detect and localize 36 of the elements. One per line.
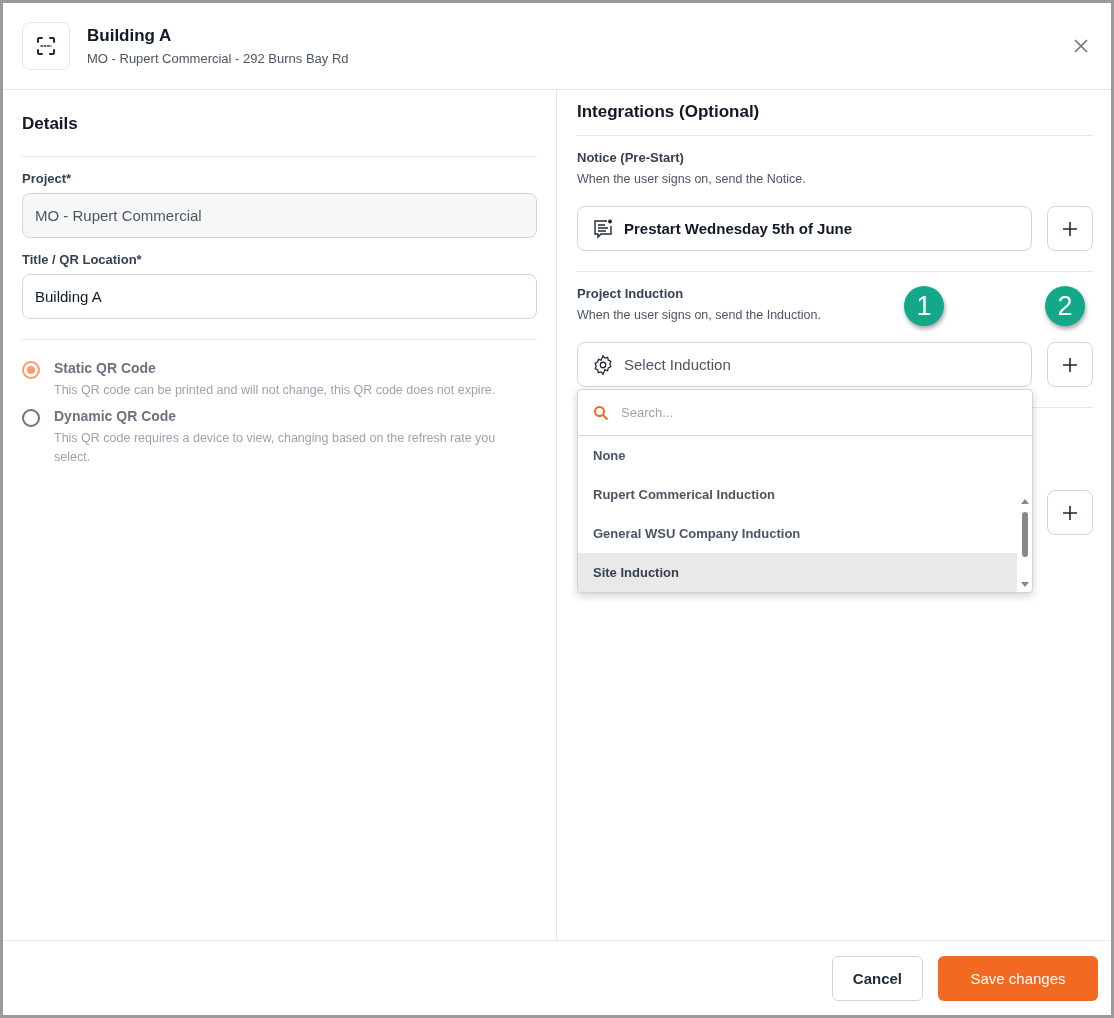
- dialog-title: Building A: [87, 26, 173, 46]
- cancel-button[interactable]: Cancel: [831, 955, 923, 1001]
- dropdown-option[interactable]: Rupert Commerical Induction: [578, 475, 1017, 514]
- radio-button[interactable]: [22, 409, 40, 427]
- add-button[interactable]: [1047, 342, 1093, 387]
- section-heading: Integrations (Optional): [577, 102, 761, 123]
- radio-button[interactable]: [22, 361, 40, 379]
- dropdown-option[interactable]: None: [578, 436, 1017, 475]
- field-label: Project*: [22, 171, 73, 186]
- option-label: Dynamic QR Code: [54, 408, 178, 424]
- gear-icon: [592, 353, 614, 376]
- integration-title: Notice (Pre-Start): [577, 150, 685, 165]
- dropdown-option[interactable]: General WSU Company Induction: [578, 514, 1017, 553]
- step-marker: 2: [1045, 286, 1085, 326]
- scan-frame-icon: [22, 22, 70, 70]
- induction-select[interactable]: Select Induction: [577, 342, 1032, 387]
- add-button[interactable]: [1047, 490, 1093, 535]
- integration-title: Project Induction: [577, 286, 685, 301]
- integration-description: When the user signs on, send the Notice.: [577, 172, 807, 186]
- option-description: This QR code can be printed and will not change, this QR code does not expire.: [54, 382, 497, 399]
- search-icon: [593, 404, 609, 421]
- plus-icon: [1062, 356, 1078, 373]
- text-field[interactable]: Building A: [22, 274, 537, 319]
- plus-icon: [1062, 504, 1078, 521]
- add-button[interactable]: [1047, 206, 1093, 251]
- section-heading: Details: [22, 114, 79, 135]
- notice-select[interactable]: Prestart Wednesday 5th of June: [577, 206, 1032, 251]
- option-label: Static QR Code: [54, 360, 157, 376]
- integration-description: When the user signs on, send the Induction.: [577, 308, 822, 322]
- step-marker: 1: [904, 286, 944, 326]
- option-description: This QR code requires a device to view, changing based on the refresh rate you select.: [54, 430, 497, 466]
- message-icon: [592, 217, 614, 240]
- dialog-subtitle: MO - Rupert Commercial - 292 Burns Bay Rd: [87, 51, 350, 66]
- dropdown-option[interactable]: Site Induction: [578, 553, 1017, 592]
- plus-icon: [1062, 220, 1078, 237]
- field-label: Title / QR Location*: [22, 252, 143, 267]
